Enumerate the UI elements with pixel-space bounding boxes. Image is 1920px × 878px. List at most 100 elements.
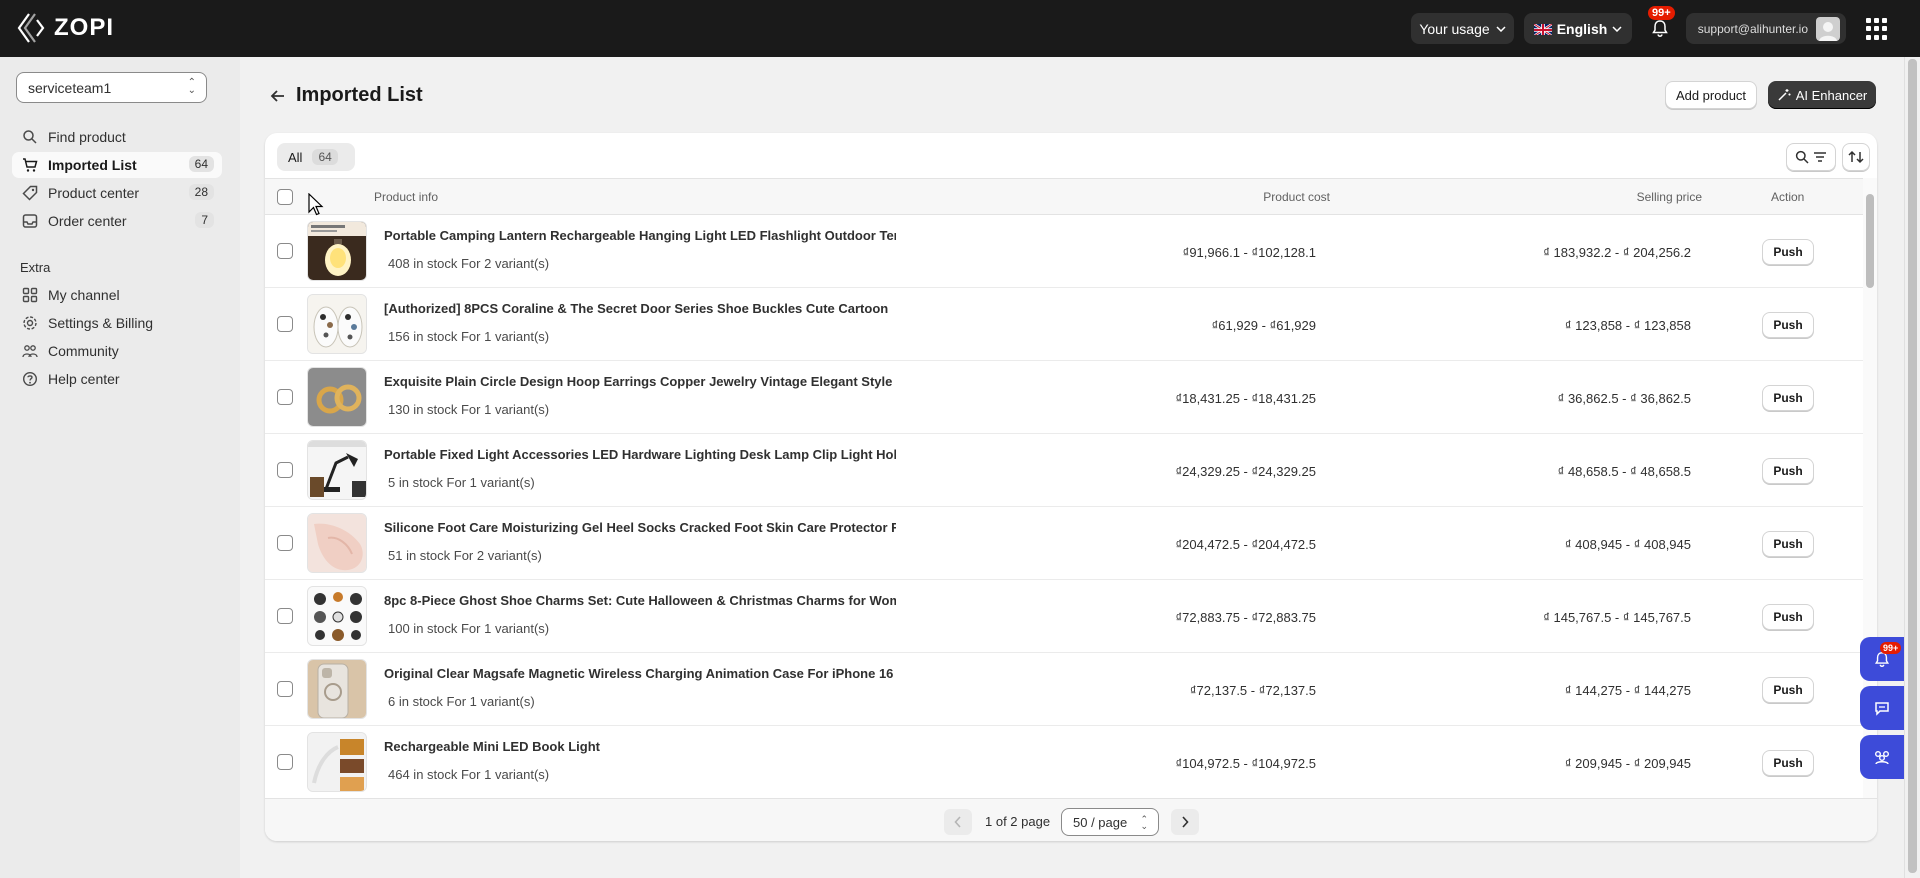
product-stock: 100 in stock For 1 variant(s) <box>388 621 550 636</box>
zopi-logo[interactable]: ZOPI <box>16 12 114 44</box>
product-stock: 464 in stock For 1 variant(s) <box>388 767 550 782</box>
sidebar-item-product-center[interactable]: Product center 28 <box>12 180 222 206</box>
sidebar-item-help-center[interactable]: Help center <box>12 366 222 392</box>
sidebar-item-community[interactable]: Community <box>12 338 222 364</box>
product-thumbnail-book-light[interactable] <box>307 732 367 792</box>
product-thumbnail-iphone-case[interactable] <box>307 659 367 719</box>
product-thumbnail-earrings[interactable] <box>307 367 367 427</box>
row-checkbox[interactable] <box>277 608 293 624</box>
product-thumbnail-ghost-charms[interactable] <box>307 586 367 646</box>
sidebar-item-order-center[interactable]: Order center 7 <box>12 208 222 234</box>
sidebar-item-label: Help center <box>48 371 120 387</box>
row-checkbox[interactable] <box>277 243 293 259</box>
selling-price: ₫ 209,945 - ₫ 209,945 <box>1564 756 1691 771</box>
chevron-right-icon <box>1182 816 1189 828</box>
column-header-selling-price: Selling price <box>1636 190 1702 204</box>
sidebar-item-imported-list[interactable]: Imported List 64 <box>12 152 222 178</box>
selling-price: ₫ 183,932.2 - ₫ 204,256.2 <box>1543 245 1691 260</box>
page-indicator: 1 of 2 page <box>985 814 1051 829</box>
product-stock: 5 in stock For 1 variant(s) <box>388 475 535 490</box>
selling-price: ₫ 123,858 - ₫ 123,858 <box>1564 318 1691 333</box>
product-cost: ₫72,883.75 - ₫72,883.75 <box>1175 610 1316 625</box>
mouse-cursor-icon <box>308 193 324 216</box>
language-button[interactable]: English <box>1524 13 1632 44</box>
page-size-value: 50 / page <box>1073 814 1128 830</box>
search-filter-button[interactable] <box>1786 143 1836 171</box>
row-checkbox[interactable] <box>277 389 293 405</box>
floating-chat-button[interactable] <box>1860 686 1904 730</box>
sort-button[interactable] <box>1842 143 1870 171</box>
back-arrow-icon[interactable] <box>268 86 288 106</box>
your-usage-button[interactable]: Your usage <box>1411 13 1514 44</box>
account-button[interactable]: support@alihunter.io <box>1686 13 1846 44</box>
row-checkbox[interactable] <box>277 535 293 551</box>
table-header: Product info Product cost Selling price … <box>265 178 1877 215</box>
floating-community-button[interactable] <box>1860 735 1904 779</box>
product-thumbnail-shoe-buckles[interactable] <box>307 294 367 354</box>
product-name[interactable]: [Authorized] 8PCS Coraline & The Secret … <box>384 301 896 316</box>
bell-icon <box>1652 19 1668 37</box>
chevron-down-icon <box>1496 25 1506 32</box>
chevron-down-icon <box>1612 25 1622 32</box>
product-name[interactable]: 8pc 8-Piece Ghost Shoe Charms Set: Cute … <box>384 593 896 608</box>
push-button[interactable]: Push <box>1762 531 1814 557</box>
apps-grid-icon[interactable] <box>1866 18 1888 40</box>
tab-all[interactable]: All 64 <box>277 143 355 171</box>
previous-page-button[interactable] <box>944 809 972 835</box>
sidebar-item-count: 28 <box>188 184 214 200</box>
product-name[interactable]: Silicone Foot Care Moisturizing Gel Heel… <box>384 520 896 535</box>
sidebar-item-my-channel[interactable]: My channel <box>12 282 222 308</box>
table-row: Original Clear Magsafe Magnetic Wireless… <box>265 653 1863 726</box>
row-checkbox[interactable] <box>277 462 293 478</box>
store-select[interactable]: serviceteam1 ⌃ ⌄ <box>16 72 207 103</box>
search-icon <box>23 130 37 144</box>
next-page-button[interactable] <box>1171 809 1199 835</box>
table-row: Exquisite Plain Circle Design Hoop Earri… <box>265 361 1863 434</box>
table-row: 8pc 8-Piece Ghost Shoe Charms Set: Cute … <box>265 580 1863 653</box>
row-checkbox[interactable] <box>277 681 293 697</box>
sidebar: serviceteam1 ⌃ ⌄ Find product Imported Li… <box>0 57 240 878</box>
page-title: Imported List <box>296 84 423 106</box>
zopi-logo-icon <box>17 13 45 43</box>
page-scrollbar-thumb[interactable] <box>1908 59 1917 873</box>
push-button[interactable]: Push <box>1762 239 1814 265</box>
push-button[interactable]: Push <box>1762 312 1814 338</box>
sidebar-section-extra: Extra <box>20 260 51 275</box>
tab-all-count: 64 <box>312 149 338 165</box>
chat-icon <box>1875 702 1889 716</box>
push-button[interactable]: Push <box>1762 385 1814 411</box>
sidebar-item-label: Product center <box>48 185 140 201</box>
product-name[interactable]: Portable Fixed Light Accessories LED Har… <box>384 447 896 462</box>
product-name[interactable]: Rechargeable Mini LED Book Light <box>384 739 896 754</box>
product-name[interactable]: Portable Camping Lantern Rechargeable Ha… <box>384 228 896 243</box>
row-checkbox[interactable] <box>277 316 293 332</box>
product-name[interactable]: Exquisite Plain Circle Design Hoop Earri… <box>384 374 896 389</box>
product-stock: 408 in stock For 2 variant(s) <box>388 256 550 271</box>
logo-text: ZOPI <box>54 14 115 41</box>
row-checkbox[interactable] <box>277 754 293 770</box>
product-thumbnail-lantern[interactable] <box>307 221 367 281</box>
floating-notification-badge: 99+ <box>1880 642 1902 654</box>
push-button[interactable]: Push <box>1762 677 1814 703</box>
cart-icon <box>23 158 38 172</box>
push-button[interactable]: Push <box>1762 750 1814 776</box>
product-cost: ₫91,966.1 - ₫102,128.1 <box>1182 245 1316 260</box>
select-all-checkbox[interactable] <box>277 189 293 205</box>
product-cost: ₫104,972.5 - ₫104,972.5 <box>1175 756 1316 771</box>
push-button[interactable]: Push <box>1762 604 1814 630</box>
sidebar-item-find-product[interactable]: Find product <box>12 124 222 150</box>
product-thumbnail-desk-lamp[interactable] <box>307 440 367 500</box>
ai-enhancer-button[interactable]: AI Enhancer <box>1768 81 1876 109</box>
product-name[interactable]: Original Clear Magsafe Magnetic Wireless… <box>384 666 896 681</box>
product-table-body: Portable Camping Lantern Rechargeable Ha… <box>265 215 1863 798</box>
add-product-button[interactable]: Add product <box>1665 81 1757 109</box>
push-button[interactable]: Push <box>1762 458 1814 484</box>
table-scrollbar-thumb[interactable] <box>1866 194 1874 288</box>
page-size-select[interactable]: 50 / page ⌃ ⌄ <box>1061 808 1159 836</box>
page-scrollbar[interactable] <box>1904 57 1920 878</box>
channel-icon <box>22 287 38 303</box>
imported-list-card: All 64 Product info Product cost Selling… <box>265 133 1877 841</box>
product-thumbnail-heel-socks[interactable] <box>307 513 367 573</box>
selling-price: ₫ 36,862.5 - ₫ 36,862.5 <box>1557 391 1691 406</box>
sidebar-item-settings-billing[interactable]: Settings & Billing <box>12 310 222 336</box>
